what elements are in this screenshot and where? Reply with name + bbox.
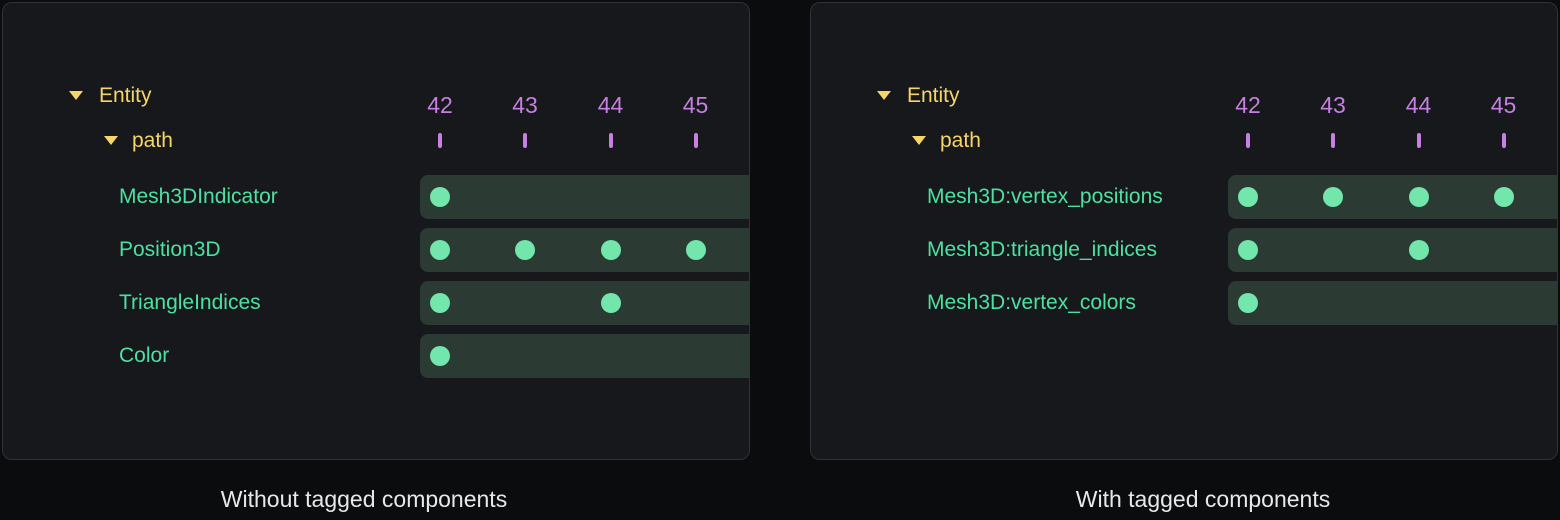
timeline-tick-mark: [1502, 133, 1506, 148]
tree-item-path[interactable]: path: [940, 130, 981, 152]
data-event-dot: [515, 240, 535, 260]
data-event-dot: [430, 240, 450, 260]
data-event-dot: [1238, 293, 1258, 313]
timeline-tick-mark: [438, 133, 442, 148]
timeline-row[interactable]: [420, 334, 749, 378]
expand-arrow-icon[interactable]: [912, 136, 926, 145]
timeline-row[interactable]: [1228, 281, 1557, 325]
timeline-tick-mark: [1246, 133, 1250, 148]
panel-without-tagged-components: Entity path 42 43 44 45 Mesh3DIndicator …: [2, 2, 750, 460]
data-event-dot: [1238, 187, 1258, 207]
comparison-figure: Entity path 42 43 44 45 Mesh3DIndicator …: [0, 0, 1560, 520]
data-event-dot: [1323, 187, 1343, 207]
component-label[interactable]: Mesh3D:vertex_positions: [927, 186, 1163, 208]
timeline-tick-mark: [523, 133, 527, 148]
tree-item-entity[interactable]: Entity: [99, 85, 152, 107]
caption-with-tagged: With tagged components: [829, 486, 1560, 512]
component-label[interactable]: Mesh3D:vertex_colors: [927, 292, 1136, 314]
component-label[interactable]: Color: [119, 345, 169, 367]
timeline-tick-mark: [609, 133, 613, 148]
timeline-tick-mark: [1331, 133, 1335, 148]
data-event-dot: [1409, 240, 1429, 260]
data-event-dot: [430, 293, 450, 313]
expand-arrow-icon[interactable]: [69, 91, 83, 100]
data-event-dot: [430, 187, 450, 207]
timeline-tick-label: 44: [598, 93, 624, 117]
data-event-dot: [430, 346, 450, 366]
data-event-dot: [1409, 187, 1429, 207]
panel-with-tagged-components: Entity path 42 43 44 45 Mesh3D:vertex_po…: [810, 2, 1558, 460]
timeline-tick-label: 45: [683, 93, 709, 117]
timeline-tick-label: 42: [1235, 93, 1261, 117]
component-label[interactable]: Mesh3D:triangle_indices: [927, 239, 1157, 261]
expand-arrow-icon[interactable]: [104, 136, 118, 145]
expand-arrow-icon[interactable]: [877, 91, 891, 100]
timeline-tick-label: 43: [512, 93, 538, 117]
timeline-row[interactable]: [420, 175, 749, 219]
data-event-dot: [601, 240, 621, 260]
data-event-dot: [601, 293, 621, 313]
timeline-tick-mark: [694, 133, 698, 148]
tree-item-path[interactable]: path: [132, 130, 173, 152]
data-event-dot: [1494, 187, 1514, 207]
component-label[interactable]: Mesh3DIndicator: [119, 186, 278, 208]
timeline-tick-mark: [1417, 133, 1421, 148]
timeline-tick-label: 44: [1406, 93, 1432, 117]
timeline-row[interactable]: [1228, 228, 1557, 272]
timeline-tick-label: 45: [1491, 93, 1517, 117]
caption-without-tagged: Without tagged components: [0, 486, 738, 512]
timeline-row[interactable]: [1228, 175, 1557, 219]
component-label[interactable]: Position3D: [119, 239, 221, 261]
timeline-tick-label: 43: [1320, 93, 1346, 117]
timeline-tick-label: 42: [427, 93, 453, 117]
timeline-row[interactable]: [420, 281, 749, 325]
data-event-dot: [1238, 240, 1258, 260]
component-label[interactable]: TriangleIndices: [119, 292, 261, 314]
data-event-dot: [686, 240, 706, 260]
tree-item-entity[interactable]: Entity: [907, 85, 960, 107]
timeline-row[interactable]: [420, 228, 749, 272]
